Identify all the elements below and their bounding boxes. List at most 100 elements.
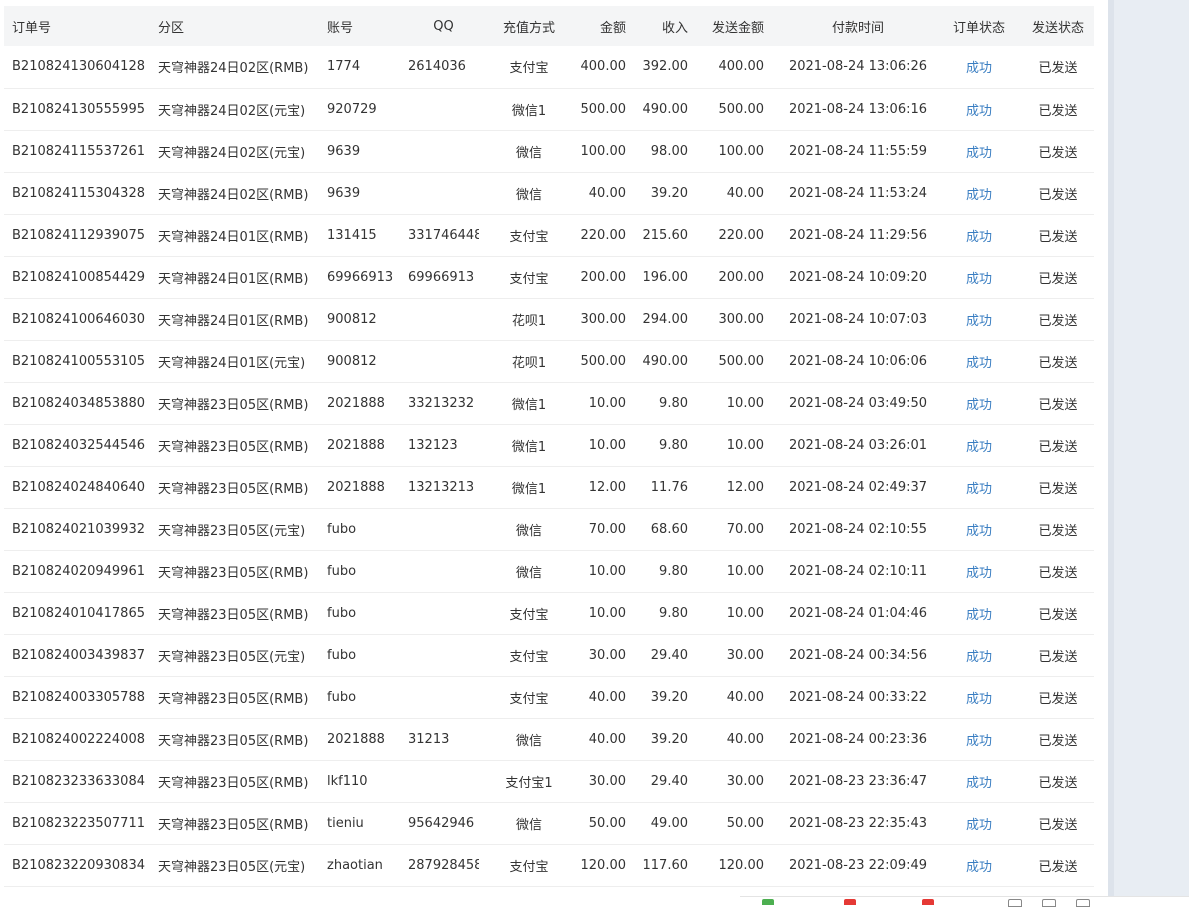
cell-send-status: 已发送 <box>1038 607 1078 623</box>
cell-send-status: 已发送 <box>1038 817 1078 833</box>
cell-order-status[interactable]: 成功 <box>936 340 1014 382</box>
cell-income: 98.00 <box>650 143 688 159</box>
cell-qq <box>400 88 479 130</box>
cell-pay-method: 微信 <box>515 733 542 749</box>
table-row: B210824034853880 天穹神器23日05区(RMB) 2021888 33… <box>4 382 1094 424</box>
table-row: B210824100854429 天穹神器24日01区(RMB) 69966913 6… <box>4 256 1094 298</box>
cell-account: 920729 <box>327 101 377 117</box>
cell-account: tieniu <box>327 815 364 831</box>
table-row: B210824100646030 天穹神器24日01区(RMB) 900812 花呗1… <box>4 298 1094 340</box>
cell-send-status: 已发送 <box>1038 439 1078 455</box>
cell-zone: 天穹神器23日05区(RMB) <box>158 439 309 455</box>
cell-account: 1774 <box>327 59 361 75</box>
cell-sent-amount: 200.00 <box>718 269 765 285</box>
cell-account: 9639 <box>327 185 361 201</box>
table-row: B210824115537261 天穹神器24日02区(元宝) 9639 微信 100.… <box>4 130 1094 172</box>
table-row: B210824024840640 天穹神器23日05区(RMB) 2021888 13… <box>4 466 1094 508</box>
cell-amount: 30.00 <box>588 773 626 789</box>
cell-sent-amount: 10.00 <box>726 395 764 411</box>
orders-table: 订单号 分区 账号 QQ 充值方式 金额 收入 发送金额 付款时间 订单状态 发… <box>4 6 1094 887</box>
cell-order-status[interactable]: 成功 <box>936 88 1014 130</box>
cell-order-status[interactable]: 成功 <box>936 676 1014 718</box>
cell-zone: 天穹神器23日05区(RMB) <box>158 565 309 581</box>
table-row: B210823223507711 天穹神器23日05区(RMB) tieniu 956… <box>4 802 1094 844</box>
cell-order-status[interactable]: 成功 <box>936 466 1014 508</box>
right-side-panel-inner <box>1114 0 1189 904</box>
cell-send-status: 已发送 <box>1038 61 1078 77</box>
cell-order-status[interactable]: 成功 <box>936 844 1014 886</box>
monitor-icon[interactable] <box>1042 899 1056 907</box>
cell-order-status[interactable]: 成功 <box>936 382 1014 424</box>
cell-order-status[interactable]: 成功 <box>936 172 1014 214</box>
col-header-order-id: 订单号 <box>12 20 52 36</box>
cell-order-status[interactable]: 成功 <box>936 760 1014 802</box>
cell-order-status[interactable]: 成功 <box>936 718 1014 760</box>
cell-sent-amount: 10.00 <box>726 605 764 621</box>
cell-order-status[interactable]: 成功 <box>936 424 1014 466</box>
cell-send-status: 已发送 <box>1038 691 1078 707</box>
cell-send-status: 已发送 <box>1038 103 1078 119</box>
cell-order-id: B210824003305788 <box>12 689 145 705</box>
cell-order-id: B210823233633084 <box>12 773 145 789</box>
cell-order-status[interactable]: 成功 <box>936 802 1014 844</box>
cell-pay-time: 2021-08-24 02:10:11 <box>788 563 928 579</box>
cell-order-status[interactable]: 成功 <box>936 130 1014 172</box>
cell-account: zhaotian <box>327 857 383 873</box>
cell-zone: 天穹神器24日02区(RMB) <box>158 61 309 77</box>
cell-order-status[interactable]: 成功 <box>936 46 1014 88</box>
cell-order-status[interactable]: 成功 <box>936 508 1014 550</box>
cell-account: 2021888 <box>327 731 385 747</box>
cell-order-id: B210824024840640 <box>12 479 145 495</box>
cell-order-status[interactable]: 成功 <box>936 592 1014 634</box>
cell-pay-method: 微信 <box>515 817 542 833</box>
cell-amount: 100.00 <box>580 143 627 159</box>
chat-icon[interactable] <box>1076 899 1090 907</box>
cell-amount: 500.00 <box>580 353 627 369</box>
cell-qq <box>400 340 479 382</box>
red-square-icon[interactable] <box>922 899 934 905</box>
table-row: B210824003439837 天穹神器23日05区(元宝) fubo 支付宝 30.… <box>4 634 1094 676</box>
cell-qq <box>400 550 479 592</box>
cell-order-id: B210824021039932 <box>12 521 145 537</box>
green-square-icon[interactable] <box>762 899 774 905</box>
cell-order-id: B210824032544546 <box>12 437 145 453</box>
cell-order-status[interactable]: 成功 <box>936 214 1014 256</box>
cell-send-status: 已发送 <box>1038 271 1078 287</box>
cell-amount: 10.00 <box>588 563 626 579</box>
shield-icon[interactable] <box>1008 899 1022 907</box>
cell-order-status[interactable]: 成功 <box>936 298 1014 340</box>
cell-sent-amount: 500.00 <box>718 101 765 117</box>
cell-zone: 天穹神器23日05区(元宝) <box>158 649 306 665</box>
cell-pay-time: 2021-08-24 11:55:59 <box>788 143 928 159</box>
cell-order-id: B210824020949961 <box>12 563 145 579</box>
cell-qq: 2614036 <box>408 59 466 75</box>
cell-order-status[interactable]: 成功 <box>936 256 1014 298</box>
cell-pay-method: 支付宝 <box>509 859 549 875</box>
table-row: B210824002224008 天穹神器23日05区(RMB) 2021888 31… <box>4 718 1094 760</box>
cell-order-status[interactable]: 成功 <box>936 634 1014 676</box>
cell-order-id: B210824112939075 <box>12 227 145 243</box>
col-header-pay-time: 付款时间 <box>831 20 884 36</box>
cell-qq <box>400 676 479 718</box>
cell-qq <box>400 760 479 802</box>
cell-income: 39.20 <box>650 731 688 747</box>
cell-income: 39.20 <box>650 185 688 201</box>
cell-sent-amount: 100.00 <box>718 143 765 159</box>
cell-zone: 天穹神器23日05区(RMB) <box>158 817 309 833</box>
cell-pay-method: 微信1 <box>511 439 547 455</box>
cell-qq: 13213213 <box>408 479 475 495</box>
cell-pay-time: 2021-08-24 10:09:20 <box>788 269 928 285</box>
cell-income: 68.60 <box>650 521 688 537</box>
cell-pay-time: 2021-08-24 00:34:56 <box>788 647 928 663</box>
table-row: B210824021039932 天穹神器23日05区(元宝) fubo 微信 70.0… <box>4 508 1094 550</box>
cell-account: 2021888 <box>327 479 385 495</box>
cell-order-status[interactable]: 成功 <box>936 550 1014 592</box>
cell-amount: 220.00 <box>580 227 627 243</box>
cell-zone: 天穹神器24日02区(RMB) <box>158 187 309 203</box>
cell-send-status: 已发送 <box>1038 733 1078 749</box>
cell-amount: 40.00 <box>588 689 626 705</box>
red-arrow-icon[interactable] <box>844 899 856 905</box>
cell-pay-method: 微信1 <box>511 481 547 497</box>
cell-income: 196.00 <box>642 269 689 285</box>
cell-qq: 31213 <box>408 731 450 747</box>
